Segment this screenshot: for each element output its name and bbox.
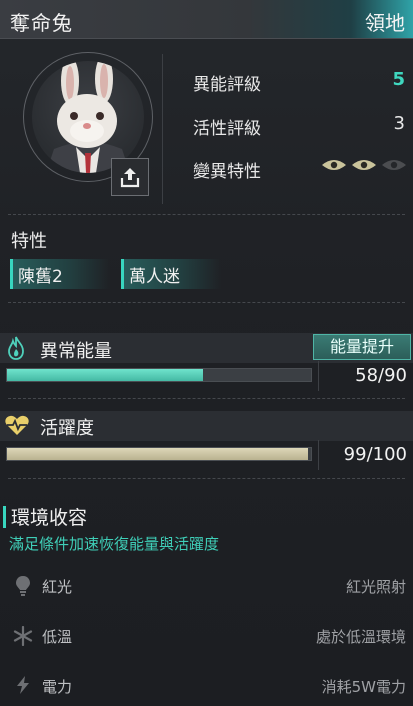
flame-icon (8, 336, 24, 360)
activity-rating-value: 3 (393, 113, 405, 134)
lightbulb-icon (12, 575, 34, 597)
section-divider (8, 478, 405, 479)
condition-status: 消耗5W電力 (321, 678, 406, 696)
energy-label: 異常能量 (40, 341, 112, 362)
vigor-count: 99/100 (318, 440, 413, 470)
environment-subtitle: 滿足條件加速恢復能量與活躍度 (9, 535, 220, 553)
energy-boost-button[interactable]: 能量提升 (313, 334, 411, 360)
eye-icon-inactive (382, 160, 406, 170)
environment-title: 環境收容 (11, 507, 88, 529)
section-divider (8, 302, 405, 303)
activity-rating-label: 活性評級 (193, 119, 261, 139)
condition-label: 低溫 (42, 628, 73, 646)
anomaly-detail-panel: 奪命兔 領地 異能評級 5 活性評級 3 變異特性 特性 陳舊2 萬人迷 異常能… (0, 0, 413, 706)
ability-rating-label: 異能評級 (193, 75, 261, 95)
share-icon (120, 168, 140, 188)
vigor-bar-fill (7, 448, 308, 460)
trait-tag[interactable]: 萬人迷 (121, 259, 221, 289)
territory-button[interactable]: 領地 (365, 7, 405, 36)
header-divider (0, 38, 413, 39)
energy-bar-fill (7, 369, 203, 381)
trait-label: 萬人迷 (129, 267, 180, 287)
mutation-eye-indicators (321, 158, 407, 172)
header-bar: 奪命兔 領地 (0, 0, 413, 38)
heartbeat-icon (5, 415, 29, 435)
energy-bar (6, 368, 312, 382)
lightning-icon (12, 674, 34, 696)
avatar-portrait (32, 61, 144, 173)
rabbit-portrait-icon (46, 61, 130, 173)
vigor-bar (6, 447, 312, 461)
trait-label: 陳舊2 (18, 267, 63, 287)
traits-title: 特性 (11, 231, 47, 252)
condition-label: 紅光 (42, 578, 73, 596)
creature-name: 奪命兔 (10, 11, 73, 35)
condition-label: 電力 (42, 678, 73, 696)
avatar-divider (162, 54, 163, 204)
share-button[interactable] (111, 158, 149, 196)
ability-rating-value: 5 (392, 69, 405, 90)
section-divider (8, 398, 405, 399)
section-divider (8, 214, 405, 215)
mutation-trait-label: 變異特性 (193, 162, 261, 182)
condition-status: 紅光照射 (345, 578, 406, 596)
vigor-label: 活躍度 (40, 418, 94, 439)
energy-count: 58/90 (318, 361, 413, 391)
eye-icon-active (352, 160, 376, 170)
snowflake-icon (12, 625, 34, 647)
eye-icon-active (322, 160, 346, 170)
condition-status: 處於低溫環境 (315, 628, 406, 646)
env-accent-bar (3, 506, 6, 528)
trait-tag[interactable]: 陳舊2 (10, 259, 110, 289)
